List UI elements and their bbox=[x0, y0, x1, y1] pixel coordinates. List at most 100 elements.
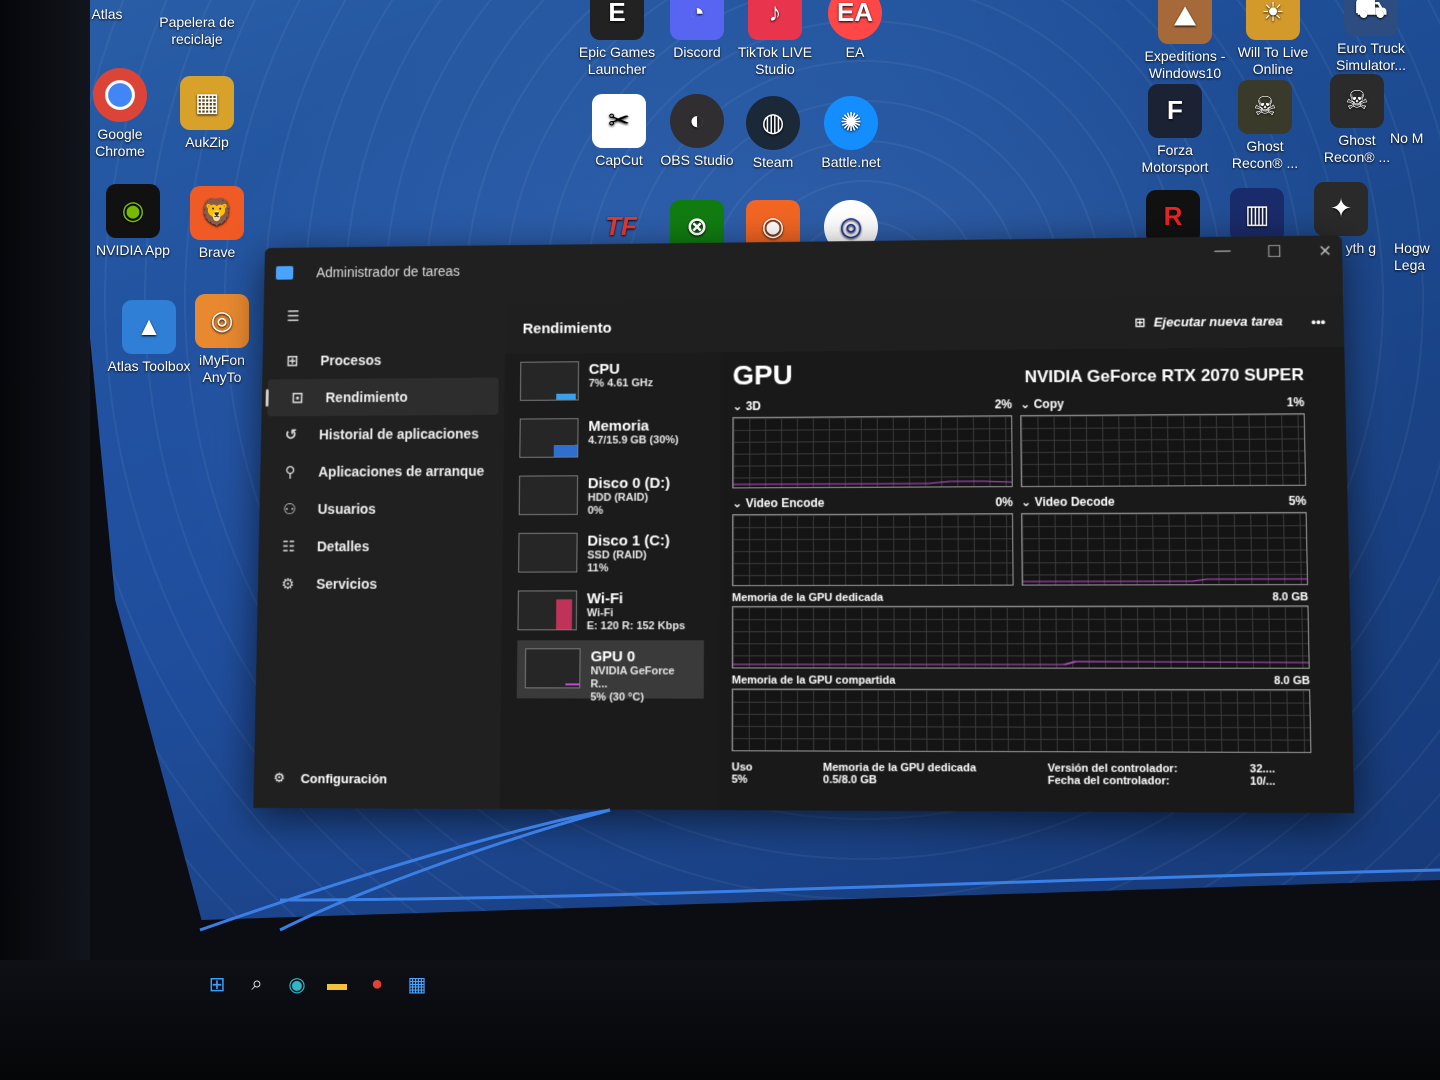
perf-item-cpu[interactable]: CPU 7% 4.61 GHz bbox=[504, 352, 721, 411]
desktop-icon-no-man[interactable]: No M bbox=[1390, 130, 1440, 147]
desktop-icon-discord[interactable]: ◔ Discord bbox=[652, 0, 742, 61]
file-explorer-icon[interactable]: ▬ bbox=[325, 972, 349, 996]
sidebar-item-label: Aplicaciones de arranque bbox=[318, 463, 484, 480]
sidebar-item-detalles[interactable]: ☷ Detalles bbox=[258, 527, 502, 565]
desktop-icon-ghost-recon-2[interactable]: ☠ Ghost Recon® ... bbox=[1312, 74, 1402, 166]
sidebar-item-historial[interactable]: ↺ Historial de aplicaciones bbox=[261, 415, 504, 454]
capcut-icon: ✂ bbox=[592, 94, 646, 148]
perf-item-memoria[interactable]: Memoria 4.7/15.9 GB (30%) bbox=[504, 409, 721, 468]
aukzip-label: AukZip bbox=[162, 134, 252, 151]
cpu-thumbnail-graph bbox=[520, 361, 579, 401]
game-icon: ▥ bbox=[1230, 188, 1284, 242]
desktop-icon-atlas-toolbox[interactable]: ▲ Atlas Toolbox bbox=[104, 300, 194, 375]
perf-item-detail: SSD (RAID) bbox=[587, 550, 670, 563]
obs-icon: ◐ bbox=[670, 94, 724, 148]
ea-label: EA bbox=[810, 44, 900, 61]
performance-header: Rendimiento ⊞ Ejecutar nueva tarea ••• bbox=[505, 295, 1344, 354]
epic-games-icon: E bbox=[590, 0, 644, 40]
graph-area-copy bbox=[1020, 413, 1306, 487]
desktop-icon-steam[interactable]: ◍ Steam bbox=[728, 96, 818, 171]
discord-icon: ◔ bbox=[670, 0, 724, 40]
desktop-icon-battlenet[interactable]: ✺ Battle.net bbox=[806, 96, 896, 171]
perf-item-disco0[interactable]: Disco 0 (D:) HDD (RAID) 0% bbox=[503, 467, 721, 525]
stat-usage-label: Uso bbox=[732, 761, 753, 773]
chrome-icon bbox=[93, 68, 147, 122]
sidebar-item-label: Servicios bbox=[316, 576, 377, 592]
sidebar-item-rendimiento[interactable]: ⊡ Rendimiento bbox=[267, 378, 498, 417]
performance-icon: ⊡ bbox=[287, 389, 309, 407]
shared-memory-graph bbox=[732, 689, 1312, 753]
sidebar-item-usuarios[interactable]: ⚇ Usuarios bbox=[259, 489, 503, 527]
desktop-icon-chrome[interactable]: Google Chrome bbox=[75, 68, 165, 160]
brave-label: Brave bbox=[172, 244, 262, 261]
sidebar-item-arranque[interactable]: ⚲ Aplicaciones de arranque bbox=[260, 452, 504, 491]
forza-icon: F bbox=[1148, 84, 1202, 138]
edge-icon[interactable]: ◉ bbox=[285, 972, 309, 996]
desktop-icon-aukzip[interactable]: ▦ AukZip bbox=[162, 76, 252, 151]
gpu-thumbnail-graph bbox=[525, 648, 581, 688]
minimize-button[interactable]: — bbox=[1214, 243, 1231, 263]
expeditions-label: Expeditions - Windows10 bbox=[1140, 48, 1230, 82]
dedicated-memory-label: Memoria de la GPU dedicada bbox=[732, 592, 883, 604]
task-manager-taskbar-icon[interactable]: ▦ bbox=[405, 972, 429, 996]
desktop-icon-euro-truck[interactable]: ⛟ Euro Truck Simulator... bbox=[1326, 0, 1416, 74]
perf-item-name: GPU 0 bbox=[591, 648, 688, 665]
hamburger-menu-button[interactable]: ☰ bbox=[263, 296, 505, 335]
desktop-icon-hogwarts[interactable]: Hogw Lega bbox=[1394, 240, 1440, 274]
desktop-icon-tiktok-live[interactable]: ♪ TikTok LIVE Studio bbox=[730, 0, 820, 78]
more-options-button[interactable]: ••• bbox=[1311, 314, 1325, 329]
engine-selector-3d[interactable]: ⌄ 3D bbox=[732, 399, 761, 413]
search-icon[interactable]: ⌕ bbox=[245, 972, 269, 996]
desktop-icon-imyfone[interactable]: ◎ iMyFon AnyTo bbox=[182, 294, 262, 386]
desktop-icon-ea[interactable]: EA EA bbox=[810, 0, 900, 61]
gpu-model: NVIDIA GeForce RTX 2070 SUPER bbox=[1025, 365, 1305, 387]
desktop-icon-nvidia[interactable]: ◉ NVIDIA App bbox=[88, 184, 178, 259]
engine-selector-copy[interactable]: ⌄ Copy bbox=[1020, 397, 1064, 411]
desktop-icon-forza[interactable]: F Forza Motorsport bbox=[1130, 84, 1220, 176]
perf-item-detail: 7% 4.61 GHz bbox=[589, 378, 653, 391]
desktop-icon-brave[interactable]: 🦁 Brave bbox=[172, 186, 262, 261]
start-icon[interactable]: ⊞ bbox=[205, 972, 229, 996]
sidebar-item-label: Detalles bbox=[317, 538, 370, 554]
desktop-icon-will-to-live[interactable]: ☀ Will To Live Online bbox=[1228, 0, 1318, 78]
perf-item-name: Memoria bbox=[588, 417, 678, 435]
memory-thumbnail-graph bbox=[519, 418, 578, 458]
wifi-thumbnail-graph bbox=[517, 590, 577, 630]
perf-item-name: Disco 1 (C:) bbox=[587, 532, 670, 549]
maximize-button[interactable]: ☐ bbox=[1267, 242, 1282, 262]
page-title: Rendimiento bbox=[523, 319, 612, 336]
recycle-bin-label: Papelera de reciclaje bbox=[152, 14, 242, 48]
services-icon: ⚙ bbox=[277, 575, 299, 593]
desktop-icon-ghost-recon-1[interactable]: ☠ Ghost Recon® ... bbox=[1220, 80, 1310, 172]
desktop-icon-recycle-bin[interactable]: Papelera de reciclaje bbox=[152, 14, 242, 48]
sidebar-item-procesos[interactable]: ⊞ Procesos bbox=[262, 340, 505, 379]
close-button[interactable]: ✕ bbox=[1318, 241, 1332, 261]
sidebar-item-servicios[interactable]: ⚙ Servicios bbox=[258, 565, 503, 603]
desktop-icon-atlas[interactable]: Atlas bbox=[62, 6, 152, 23]
chrome-taskbar-icon[interactable]: ● bbox=[365, 972, 389, 996]
perf-item-disco1[interactable]: Disco 1 (C:) SSD (RAID) 11% bbox=[502, 524, 720, 582]
disk1-thumbnail-graph bbox=[518, 533, 578, 573]
desktop-icon-epic[interactable]: E Epic Games Launcher bbox=[572, 0, 662, 78]
engine-selector-video-encode[interactable]: ⌄ Video Encode bbox=[732, 496, 824, 510]
nvidia-icon: ◉ bbox=[106, 184, 160, 238]
battlenet-icon: ✺ bbox=[824, 96, 878, 150]
main-panel: Rendimiento ⊞ Ejecutar nueva tarea ••• CP… bbox=[500, 295, 1355, 813]
chrome-label: Google Chrome bbox=[75, 126, 165, 160]
history-icon: ↺ bbox=[280, 426, 302, 444]
expeditions-icon: ⛰ bbox=[1158, 0, 1212, 44]
perf-item-wifi[interactable]: Wi-Fi Wi-Fi E: 120 R: 152 Kbps bbox=[502, 582, 721, 640]
desktop-icon-capcut[interactable]: ✂ CapCut bbox=[574, 94, 664, 169]
no-man-label: No M bbox=[1390, 130, 1440, 147]
steam-label: Steam bbox=[728, 154, 818, 171]
engine-selector-video-decode[interactable]: ⌄ Video Decode bbox=[1021, 495, 1115, 509]
run-new-task-button[interactable]: ⊞ Ejecutar nueva tarea bbox=[1134, 313, 1283, 330]
imyfone-label: iMyFon AnyTo bbox=[182, 352, 262, 386]
stat-dedicated-label: Memoria de la GPU dedicada bbox=[823, 762, 976, 775]
perf-item-gpu0[interactable]: GPU 0 NVIDIA GeForce R... 5% (30 °C) bbox=[517, 640, 704, 698]
details-icon: ☷ bbox=[278, 538, 300, 556]
graph-video-decode: ⌄ Video Decode 5% bbox=[1021, 494, 1308, 586]
desktop-icon-expeditions[interactable]: ⛰ Expeditions - Windows10 bbox=[1140, 0, 1230, 82]
perf-item-detail: NVIDIA GeForce R... bbox=[590, 666, 688, 691]
taskbar: ⊞ ⌕ ◉ ▬ ● ▦ bbox=[205, 964, 429, 1004]
